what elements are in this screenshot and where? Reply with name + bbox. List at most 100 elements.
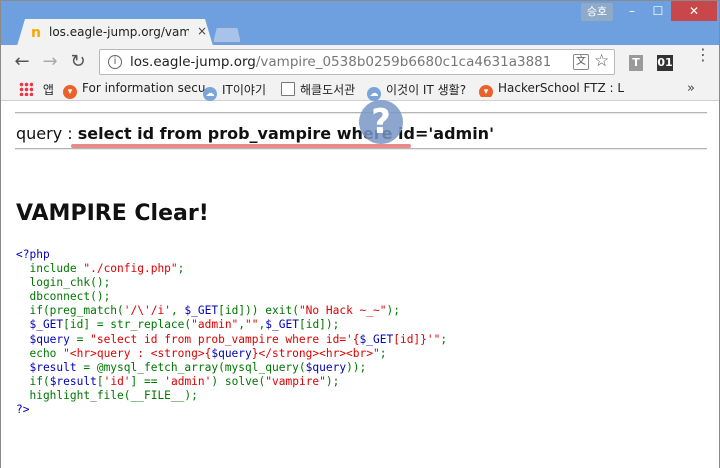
code-line: <?php [16,248,447,262]
code-token: $query [305,360,347,374]
page-icon [281,82,295,96]
code-token: $_GET [265,318,299,332]
code-line: highlight_file(__FILE__); [16,389,447,403]
shield-icon: ▾ [479,85,493,97]
code-token: )); [346,360,367,374]
bookmark-label: 앱 [42,83,54,97]
bookmark-hackerschool-ftz[interactable]: ▾ HackerSchool FTZ : L [479,81,639,97]
tab-title: los.eagle-jump.org/vamp [49,25,189,39]
code-token: ; [440,332,448,346]
code-token: (); [90,290,111,304]
shield-icon: ▾ [63,85,77,99]
clear-heading: VAMPIRE Clear! [16,201,209,226]
code-token: highlight_file(__FILE__); [16,388,198,402]
bookmark-label: IT이야기 [222,83,266,97]
code-line: include "./config.php"; [16,262,447,276]
bookmark-label: For information secu [82,81,206,95]
bookmark-label: 해클도서관 [300,83,356,97]
back-button[interactable]: ← [11,51,33,73]
extension-t-icon[interactable]: T [629,55,643,71]
code-token: ); [386,304,400,318]
url-text[interactable]: los.eagle-jump.org/vampire_0538b0259b668… [130,54,550,70]
code-token: "./config.php" [83,262,178,276]
code-token: [id] = str_replace( [63,318,192,332]
apps-grid-icon [19,82,33,96]
title-bar: n los.eagle-jump.org/vamp × 승호 – ☐ ✕ [1,1,719,46]
bookmark-for-information-security[interactable]: ▾ For information secu [63,81,206,99]
code-line: echo "<hr>query : <strong>{$query}</stro… [16,347,447,361]
browser-menu-icon[interactable]: ⋮ [695,47,711,63]
cloud-person-icon: ☁ [367,87,381,101]
code-token: 'id' [103,374,131,388]
code-token: "select id from prob_vampire where id='{ [90,332,360,346]
code-token: ?> [16,403,30,417]
code-token: $_GET [359,332,394,346]
code-token: if( [16,374,50,388]
code-token: = [69,332,91,346]
code-token: $result [16,360,77,374]
code-token: <?php [16,248,50,261]
code-token: "" [245,318,259,332]
code-token: ) solve( [211,374,266,388]
code-token: ; [177,262,185,276]
profile-badge[interactable]: 승호 [581,3,613,21]
code-token: ; [379,346,387,360]
bookmark-it-story[interactable]: ☁ IT이야기 [203,81,266,101]
translate-icon[interactable]: 文 [573,54,589,70]
bookmark-label: 이것이 IT 생활? [386,83,467,97]
code-token: '/\'/i' [123,304,171,318]
query-sql: select id from prob_vampire where id='ad… [77,124,494,143]
page-content: query : select id from prob_vampire wher… [1,100,719,468]
code-token: = @mysql_fetch_array(mysql_query( [76,360,306,374]
code-line: dbconnect(); [16,290,447,304]
query-prefix: query : [16,124,78,143]
code-token: echo [16,346,64,360]
code-line: $_GET[id] = str_replace("admin","",$_GET… [16,318,447,332]
browser-window: n los.eagle-jump.org/vamp × 승호 – ☐ ✕ ← →… [0,0,720,468]
code-token: ); [325,374,340,388]
browser-tab[interactable]: n los.eagle-jump.org/vamp × [17,19,213,46]
extension-01-icon[interactable]: 01 [657,55,673,71]
code-token: "<hr>query : <strong>{ [63,346,212,360]
close-window-button[interactable]: ✕ [671,1,717,21]
browser-toolbar: ← → ↻ i los.eagle-jump.org/vampire_0538b… [1,45,719,78]
code-line: $query = "select id from prob_vampire wh… [16,333,447,347]
code-token: "vampire" [265,374,326,388]
code-token: [id]}'" [393,332,441,346]
code-line: ?> [16,403,447,417]
minimize-button[interactable]: – [619,1,645,21]
maximize-button[interactable]: ☐ [645,1,671,21]
code-token: $_GET [184,304,219,318]
question-mark-icon: ? [359,100,403,144]
code-token: [id])) exit( [218,304,299,318]
reload-button[interactable]: ↻ [67,51,89,73]
code-token: if(preg_match( [16,304,124,318]
code-token: $_GET [16,318,64,332]
code-token: 'admin' [164,374,212,388]
site-info-icon[interactable]: i [108,55,122,69]
bookmarks-overflow-icon[interactable]: » [687,81,695,96]
code-token: [ [96,374,104,388]
bookmark-hack-library[interactable]: 해클도서관 [281,81,355,97]
new-tab-button[interactable] [213,27,241,43]
bookmark-star-icon[interactable]: ☆ [594,51,609,71]
code-token: $query [16,332,70,346]
query-line: query : select id from prob_vampire wher… [16,124,494,143]
code-line: login_chk(); [16,276,447,290]
code-token: (); [90,276,111,290]
horizontal-rule [15,148,707,150]
code-token: include [16,262,84,276]
code-token: [id]); [298,318,340,332]
bookmark-it-life[interactable]: ☁ 이것이 IT 생활? [367,81,467,101]
code-token: }</strong><hr><br>" [251,346,380,360]
php-source-code: <?php include "./config.php"; login_chk(… [16,248,447,417]
site-favicon-icon: n [31,25,41,41]
tab-close-icon[interactable]: × [197,24,207,38]
code-token: dbconnect [16,290,91,304]
code-line: $result = @mysql_fetch_array(mysql_query… [16,361,447,375]
address-bar[interactable]: i los.eagle-jump.org/vampire_0538b0259b6… [99,49,615,75]
bookmark-apps[interactable]: 앱 [19,81,54,97]
code-token: ] == [130,374,165,388]
code-token: "admin" [191,318,239,332]
forward-button[interactable]: → [39,51,61,73]
